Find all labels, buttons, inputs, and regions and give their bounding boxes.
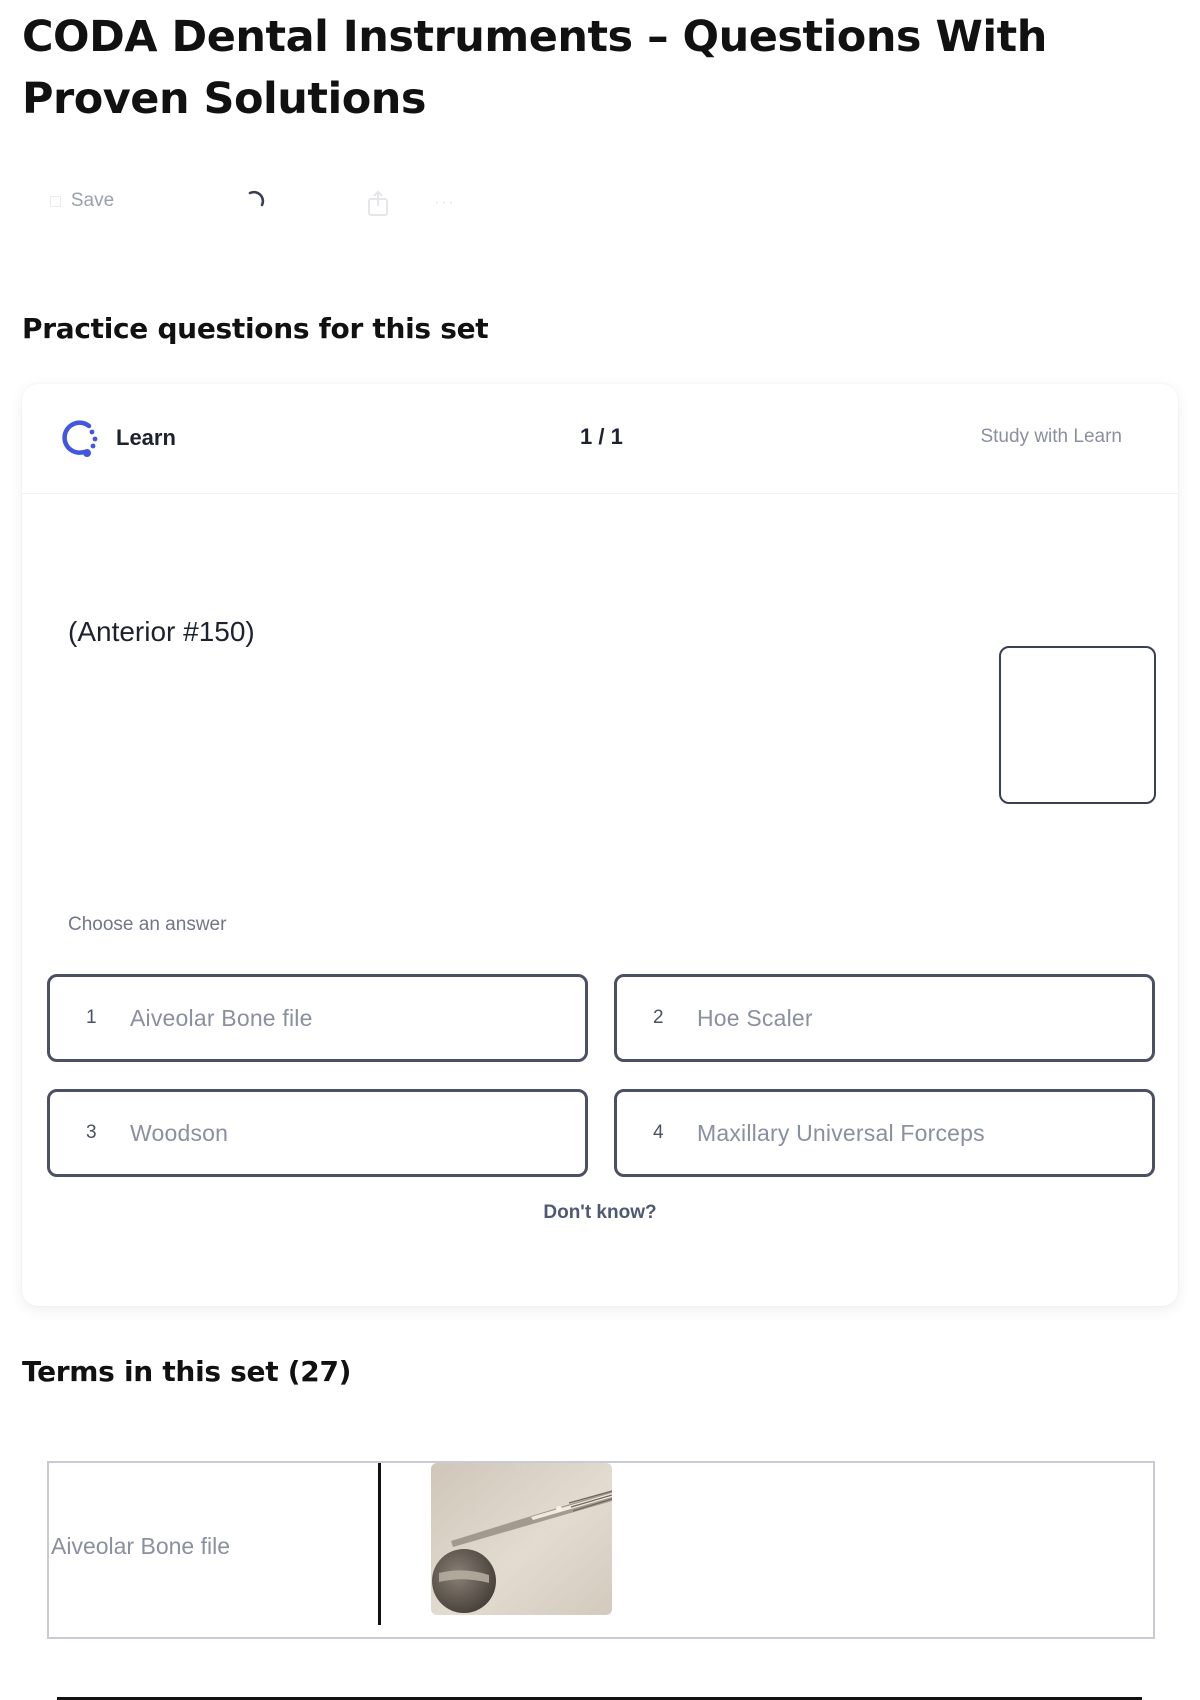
answer-option-4[interactable]: 4 Maxillary Universal Forceps: [614, 1089, 1155, 1177]
learn-card-header: Learn 1 / 1 Study with Learn: [22, 384, 1178, 494]
answer-option-number: 1: [86, 1007, 97, 1028]
instrument-photo-icon: [431, 1463, 612, 1615]
term-divider: [378, 1463, 381, 1625]
folder-icon: □: [50, 190, 61, 211]
answer-option-1[interactable]: 1 Aiveolar Bone file: [47, 974, 588, 1062]
save-button[interactable]: □ Save: [50, 190, 114, 212]
term-row: Aiveolar Bone file: [47, 1461, 1155, 1639]
learn-mode-badge: Learn: [60, 418, 176, 458]
answer-option-text: Aiveolar Bone file: [130, 1004, 313, 1031]
question-prompt: (Anterior #150): [68, 616, 255, 647]
set-action-bar: □ Save ···: [50, 186, 490, 226]
answer-option-3[interactable]: 3 Woodson: [47, 1089, 588, 1177]
choose-answer-label: Choose an answer: [68, 914, 227, 935]
terms-section-heading: Terms in this set (27): [22, 1355, 352, 1388]
learn-practice-card: Learn 1 / 1 Study with Learn (Anterior #…: [22, 384, 1178, 1306]
answer-option-text: Maxillary Universal Forceps: [697, 1119, 985, 1146]
answer-option-number: 4: [653, 1122, 664, 1143]
answer-option-text: Woodson: [130, 1119, 229, 1146]
more-options-icon[interactable]: ···: [434, 194, 456, 212]
dont-know-button[interactable]: Don't know?: [22, 1202, 1178, 1224]
term-word: Aiveolar Bone file: [51, 1533, 230, 1559]
answer-option-number: 3: [86, 1122, 97, 1143]
answer-option-text: Hoe Scaler: [697, 1004, 813, 1031]
answer-option-2[interactable]: 2 Hoe Scaler: [614, 974, 1155, 1062]
loading-spinner-icon: [248, 190, 265, 207]
study-with-learn-link[interactable]: Study with Learn: [980, 426, 1122, 448]
learn-mode-label: Learn: [116, 425, 176, 450]
question-image-placeholder: [999, 646, 1156, 804]
answer-option-number: 2: [653, 1007, 664, 1028]
save-label: Save: [70, 190, 115, 211]
page-title: CODA Dental Instruments – Questions With…: [22, 12, 1047, 124]
share-icon[interactable]: [366, 190, 390, 218]
practice-section-heading: Practice questions for this set: [22, 312, 489, 345]
question-counter: 1 / 1: [580, 424, 623, 449]
learn-icon: [62, 420, 98, 457]
